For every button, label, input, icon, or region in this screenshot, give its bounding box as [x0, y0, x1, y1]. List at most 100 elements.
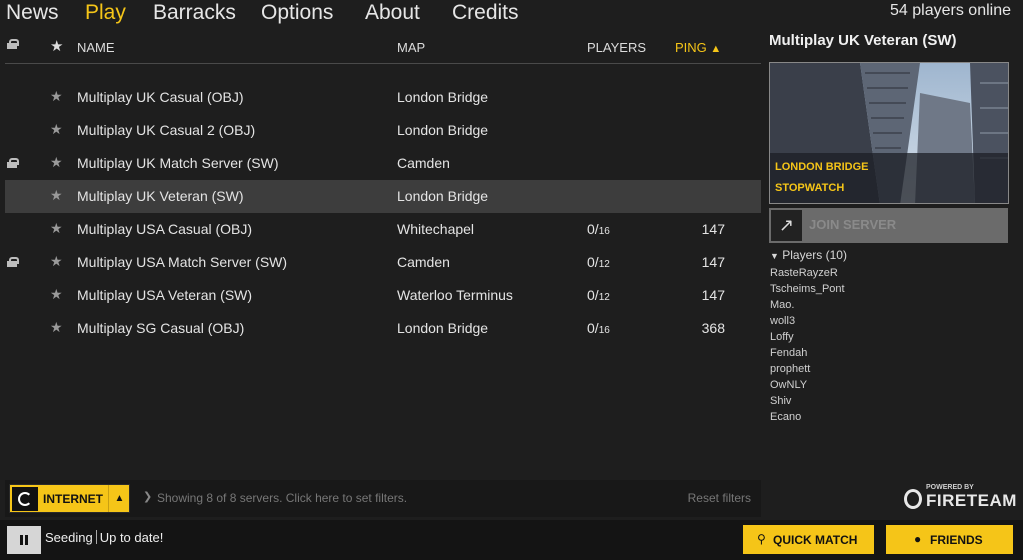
- server-ping: 147: [701, 287, 725, 303]
- favorite-star-icon[interactable]: ★: [50, 154, 63, 171]
- server-row[interactable]: ★ Multiplay UK Match Server (SW) Camden: [5, 147, 761, 180]
- top-nav: News Play Barracks Options About Credits…: [0, 0, 1023, 30]
- column-header-players[interactable]: PLAYERS: [587, 40, 646, 55]
- join-server-button[interactable]: ↗ JOIN SERVER: [769, 208, 1008, 243]
- fireteam-wordmark: FIRETEAM: [926, 491, 1017, 510]
- fireteam-gear-icon: [904, 489, 922, 509]
- server-map: Camden: [397, 155, 450, 171]
- players-online-count: 54 players online: [890, 2, 1011, 19]
- player-list: RasteRayzeR Tscheims_Pont Mao. woll3 Lof…: [770, 265, 845, 425]
- lock-icon: [7, 92, 17, 102]
- server-name: Multiplay UK Casual (OBJ): [77, 89, 244, 105]
- status-divider: [95, 530, 97, 544]
- lock-icon: [7, 125, 17, 135]
- powered-by-label: POWERED BY: [926, 484, 974, 491]
- server-name: Multiplay USA Match Server (SW): [77, 254, 288, 270]
- lock-icon: [7, 323, 17, 333]
- nav-play[interactable]: Play: [85, 1, 126, 25]
- player-name: Mao.: [770, 299, 795, 311]
- favorite-column-header[interactable]: ★: [50, 37, 63, 55]
- lock-icon: [7, 191, 17, 201]
- server-row[interactable]: ★ Multiplay UK Casual 2 (OBJ) London Bri…: [5, 114, 761, 147]
- server-map: Waterloo Terminus: [397, 287, 513, 303]
- player-name: Loffy: [770, 331, 794, 343]
- server-name: Multiplay USA Veteran (SW): [77, 287, 253, 303]
- column-header-name[interactable]: NAME: [77, 40, 115, 55]
- lock-icon: [7, 224, 17, 234]
- favorite-star-icon[interactable]: ★: [50, 286, 63, 303]
- player-name: Tscheims_Pont: [770, 283, 845, 295]
- pause-download-button[interactable]: [7, 526, 41, 554]
- ping-header-label: PING: [675, 40, 707, 55]
- server-source-label: INTERNET: [43, 492, 103, 506]
- favorite-star-icon[interactable]: ★: [50, 253, 63, 270]
- seeding-status: Seeding: [45, 530, 93, 545]
- arrow-up-right-icon: ↗: [771, 210, 802, 241]
- server-map: Whitechapel: [397, 221, 475, 237]
- join-server-label: JOIN SERVER: [809, 217, 897, 232]
- server-ping: 147: [701, 221, 725, 237]
- server-list-header: ★ NAME MAP PLAYERS PING ▲: [5, 36, 761, 64]
- server-name: Multiplay UK Match Server (SW): [77, 155, 279, 171]
- server-source-dropdown[interactable]: INTERNET ▲: [9, 484, 130, 513]
- sort-ascending-icon: ▲: [710, 43, 722, 55]
- nav-about[interactable]: About: [365, 1, 420, 25]
- player-name: woll3: [770, 315, 796, 327]
- column-header-map[interactable]: MAP: [397, 40, 425, 55]
- reset-filters-link[interactable]: Reset filters: [688, 491, 751, 505]
- server-list: ★ Multiplay UK Casual (OBJ) London Bridg…: [5, 81, 761, 345]
- player-name: RasteRayzeR: [770, 267, 838, 279]
- friends-label: FRIENDS: [930, 533, 983, 547]
- server-name: Multiplay SG Casual (OBJ): [77, 320, 245, 336]
- person-icon: ●: [914, 532, 922, 546]
- update-status: Up to date!: [99, 530, 164, 545]
- favorite-star-icon[interactable]: ★: [50, 220, 63, 237]
- nav-news[interactable]: News: [6, 1, 59, 25]
- player-name: Fendah: [770, 347, 808, 359]
- favorite-star-icon[interactable]: ★: [50, 121, 63, 138]
- server-row[interactable]: ★ Multiplay UK Veteran (SW) London Bridg…: [5, 180, 761, 213]
- friends-button[interactable]: ● FRIENDS: [886, 525, 1013, 554]
- lock-icon: [7, 290, 17, 300]
- download-status: Seeding Up to date!: [45, 530, 163, 545]
- server-map: London Bridge: [397, 122, 489, 138]
- server-ping: 368: [701, 320, 725, 336]
- server-name: Multiplay UK Casual 2 (OBJ): [77, 122, 256, 138]
- favorite-star-icon[interactable]: ★: [50, 88, 63, 105]
- server-row[interactable]: ★ Multiplay USA Casual (OBJ) Whitechapel…: [5, 213, 761, 246]
- nav-options[interactable]: Options: [261, 1, 333, 25]
- server-map: London Bridge: [397, 188, 489, 204]
- player-name: OwNLY: [770, 379, 808, 391]
- players-heading[interactable]: ▼ Players (10): [770, 248, 847, 262]
- quick-match-button[interactable]: ⚲ QUICK MATCH: [743, 525, 874, 554]
- preview-map-name: LONDON BRIDGE: [775, 161, 869, 173]
- server-ping: 147: [701, 254, 725, 270]
- server-players: 0/16: [587, 320, 610, 336]
- column-header-ping[interactable]: PING ▲: [675, 40, 721, 55]
- search-icon: ⚲: [757, 532, 766, 546]
- players-heading-label: Players (10): [782, 248, 847, 262]
- quick-match-label: QUICK MATCH: [773, 533, 858, 547]
- caret-up-icon[interactable]: ▲: [108, 485, 130, 512]
- server-row[interactable]: ★ Multiplay SG Casual (OBJ) London Bridg…: [5, 312, 761, 345]
- server-map: Camden: [397, 254, 450, 270]
- status-bar: Seeding Up to date! ⚲ QUICK MATCH ● FRIEN…: [0, 520, 1023, 560]
- favorite-star-icon[interactable]: ★: [50, 319, 63, 336]
- nav-barracks[interactable]: Barracks: [153, 1, 236, 25]
- preview-game-mode: STOPWATCH: [775, 182, 845, 194]
- server-players: 0/16: [587, 221, 610, 237]
- player-name: Ecano: [770, 411, 802, 423]
- nav-credits[interactable]: Credits: [452, 1, 519, 25]
- server-row[interactable]: ★ Multiplay USA Match Server (SW) Camden…: [5, 246, 761, 279]
- lock-column-header[interactable]: [7, 39, 19, 49]
- pause-icon: [20, 535, 28, 545]
- server-row[interactable]: ★ Multiplay UK Casual (OBJ) London Bridg…: [5, 81, 761, 114]
- server-row[interactable]: ★ Multiplay USA Veteran (SW) Waterloo Te…: [5, 279, 761, 312]
- caret-down-icon: ▼: [770, 251, 779, 261]
- filter-status-link[interactable]: Showing 8 of 8 servers. Click here to se…: [157, 491, 407, 505]
- fireteam-logo: POWERED BY FIRETEAM: [904, 484, 1016, 512]
- player-name: prophett: [770, 363, 811, 375]
- server-name: Multiplay UK Veteran (SW): [77, 188, 244, 204]
- favorite-star-icon[interactable]: ★: [50, 187, 63, 204]
- refresh-icon[interactable]: [12, 487, 38, 511]
